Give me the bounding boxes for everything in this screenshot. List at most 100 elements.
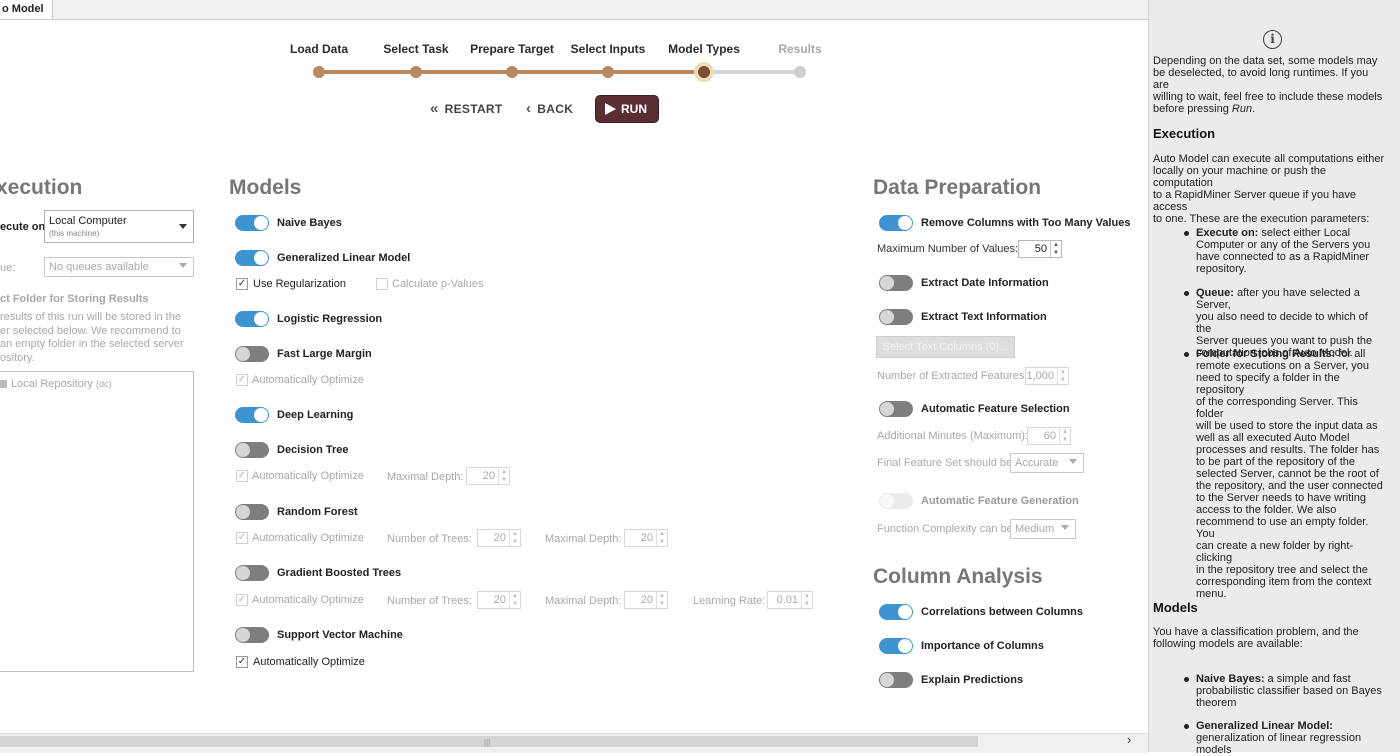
restart-label: RESTART [444,102,503,116]
svm-toggle[interactable] [235,627,269,643]
queue-label: ue: [0,262,16,274]
max-values-value: 50 [1034,243,1047,255]
wizard-dot-load-data[interactable] [313,66,325,78]
queue-value: No queues available [49,261,149,273]
help-execution-heading: Execution [1153,126,1216,141]
random-forest-toggle[interactable] [235,504,269,520]
help-line: processes and results. The folder has [1196,444,1380,456]
help-line: have connected to as a RapidMiner [1196,251,1370,263]
spinner-arrows-icon: ▲ ▼ [1057,368,1068,384]
wizard-step-select-task[interactable]: Select Task [383,42,448,56]
help-line: remote executions on a Server, you [1196,360,1370,372]
help-line: before pressing Run. [1153,103,1385,115]
wizard-dot-prepare-target[interactable] [506,66,518,78]
importance-label: Importance of Columns [921,640,1044,652]
wizard-dot-select-inputs[interactable] [602,66,614,78]
repo-item-label: Local Repository [11,378,93,390]
run-button[interactable]: RUN [596,96,658,122]
deep-learning-toggle[interactable] [235,407,269,423]
execute-on-label: ecute on: [0,221,49,233]
spinner-arrows-icon: ▲ ▼ [801,592,812,608]
logistic-regression-toggle[interactable] [235,311,269,327]
execute-on-dropdown[interactable]: Local Computer (this machine) [44,210,194,243]
svm-label: Support Vector Machine [277,629,403,641]
glm-label: Generalized Linear Model [277,252,411,264]
svm-auto-checkbox[interactable]: ✓ [236,656,248,668]
wizard-dot-select-task[interactable] [410,66,422,78]
correlations-toggle[interactable] [879,604,913,620]
use-regularization-checkbox[interactable]: ✓ [236,278,248,290]
gbt-lr-label: Learning Rate: [693,595,766,607]
restart-button[interactable]: « RESTART [430,100,503,117]
help-bullet-title: Folder for Storing Results: [1196,348,1336,360]
gbt-auto-checkbox: ✓ [236,594,248,606]
gbt-trees-value: 20 [493,594,506,606]
gbt-lr-value: 0.01 [776,594,798,606]
wizard-step-model-types[interactable]: Model Types [668,42,740,56]
func-complexity-dropdown: Medium [1010,519,1076,539]
help-line: theorem [1196,697,1237,709]
help-line: locally on your machine or push the comp… [1153,165,1327,189]
help-line: to one. These are the execution paramete… [1153,213,1370,225]
back-button[interactable]: ‹ BACK [526,100,573,117]
wizard-progress-remaining [704,70,800,74]
gbt-toggle[interactable] [235,565,269,581]
fast-large-margin-toggle[interactable] [235,346,269,362]
help-line-text: a simple and fast [1264,673,1351,685]
help-intro: Depending on the data set, some models m… [1153,55,1385,115]
extract-text-toggle[interactable] [879,309,913,325]
help-line: the repository, and the user connected [1196,480,1383,492]
dt-auto-label: Automatically Optimize [252,470,364,482]
folder-desc-line: an empty folder in the selected server [0,338,184,351]
help-line: repository. [1196,263,1247,275]
folder-desc-line: er selected below. We recommend to [0,324,181,337]
tab-auto-model[interactable]: o Model [0,0,53,19]
decision-tree-toggle[interactable] [235,442,269,458]
explain-predictions-toggle[interactable] [879,672,913,688]
column-analysis-heading: Column Analysis [873,565,1043,588]
repository-tree[interactable] [0,371,194,672]
select-text-columns-button: Select Text Columns (0)... [876,336,1015,358]
wizard-dot-model-types[interactable] [694,62,714,82]
max-values-spinner[interactable]: 50 ▲ ▼ [1018,240,1062,258]
help-line: recommend to use an empty folder. You [1196,516,1369,540]
gbt-depth-spinner: 20 ▲ ▼ [624,591,668,609]
glm-toggle[interactable] [235,250,269,266]
dt-depth-label: Maximal Depth: [387,471,464,483]
repo-item-local[interactable]: Local Repository (dc) [0,378,112,390]
wizard-step-select-inputs[interactable]: Select Inputs [571,42,646,56]
gbt-depth-value: 20 [640,594,653,606]
extract-text-label: Extract Text Information [921,311,1047,323]
use-regularization-label: Use Regularization [253,278,346,290]
wizard-step-load-data[interactable]: Load Data [290,42,348,56]
help-bullet-naive-bayes: Naive Bayes: a simple and fast probabili… [1196,673,1386,709]
repository-icon [0,380,7,388]
num-extracted-value: 1,000 [1026,370,1054,382]
help-line: models [1196,744,1232,756]
help-bullet-title: Queue: [1196,287,1234,299]
importance-toggle[interactable] [879,638,913,654]
wizard-step-prepare-target[interactable]: Prepare Target [470,42,554,56]
bullet-icon [1184,291,1189,296]
auto-feature-selection-toggle[interactable] [879,401,913,417]
scroll-right-arrow-icon[interactable]: › [1127,732,1131,747]
help-line: Execute on: select either Local [1196,227,1386,239]
func-complexity-label: Function Complexity can be [877,523,1013,535]
help-bullet-execute-on: Execute on: select either Local Computer… [1196,227,1386,275]
remove-columns-label: Remove Columns with Too Many Values [921,217,1131,229]
remove-columns-toggle[interactable] [879,215,913,231]
play-icon [605,103,616,115]
naive-bayes-toggle[interactable] [235,215,269,231]
rf-depth-spinner: 20 ▲ ▼ [624,529,668,547]
auto-feature-generation-toggle [879,493,913,509]
caret-down-icon [1061,525,1069,530]
help-execution-text: Auto Model can execute all computations … [1153,153,1385,225]
help-line: to the Server needs to have writing [1196,492,1366,504]
extract-date-toggle[interactable] [879,275,913,291]
execute-on-value: Local Computer [49,215,127,227]
add-minutes-label: Additional Minutes (Maximum): [877,430,1028,442]
fast-large-margin-label: Fast Large Margin [277,348,372,360]
help-line: Server queues you want to push the [1196,335,1373,347]
help-line: well as all executed Auto Model [1196,432,1350,444]
dt-depth-spinner: 20 ▲ ▼ [466,467,510,485]
